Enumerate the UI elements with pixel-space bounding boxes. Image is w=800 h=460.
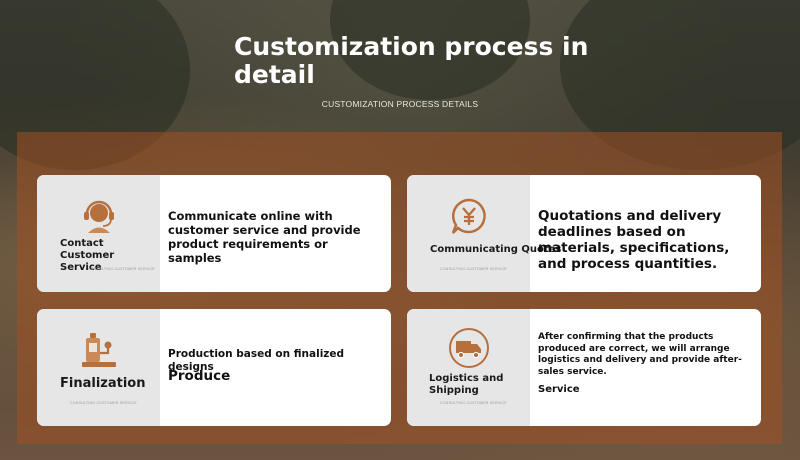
card-small-text: CONSULTING CUSTOMER SERVICE xyxy=(70,401,137,405)
delivery-truck-icon xyxy=(449,328,489,368)
page-subtitle: CUSTOMIZATION PROCESS DETAILS xyxy=(321,99,479,109)
card-small-text: CONSULTING CUSTOMER SERVICE xyxy=(88,267,155,271)
card-icon-area: Communicating Quotes CONSULTING CUSTOMER… xyxy=(407,175,561,292)
process-card-finalization: Finalization CONSULTING CUSTOMER SERVICE… xyxy=(37,309,391,426)
card-label: Finalization xyxy=(60,376,146,391)
yen-quote-bubble-icon xyxy=(451,198,486,234)
card-icon-area: Contact Customer Service CONSULTING CUST… xyxy=(37,175,160,292)
card-icon-area: Logistics and Shipping CONSULTING CUSTOM… xyxy=(407,309,530,426)
page-title: Customization process in detail xyxy=(234,32,589,89)
card-description: After confirming that the products produ… xyxy=(538,332,742,377)
card-icon-area: Finalization CONSULTING CUSTOMER SERVICE xyxy=(37,309,160,426)
card-label: Logistics and Shipping xyxy=(429,373,504,396)
process-card-contact: Contact Customer Service CONSULTING CUST… xyxy=(37,175,391,292)
process-card-logistics: Logistics and Shipping CONSULTING CUSTOM… xyxy=(407,309,761,426)
card-sub-text: Service xyxy=(538,384,580,395)
card-sub-text: Produce xyxy=(168,368,231,384)
production-machine-icon xyxy=(82,333,116,367)
process-card-quotes: Communicating Quotes CONSULTING CUSTOMER… xyxy=(407,175,761,292)
headset-support-icon xyxy=(84,200,114,233)
card-description: Communicate online with customer service… xyxy=(168,209,361,265)
card-description: Quotations and delivery deadlines based … xyxy=(538,208,730,272)
card-small-text: CONSULTING CUSTOMER SERVICE xyxy=(440,401,507,405)
card-small-text: CONSULTING CUSTOMER SERVICE xyxy=(440,267,507,271)
